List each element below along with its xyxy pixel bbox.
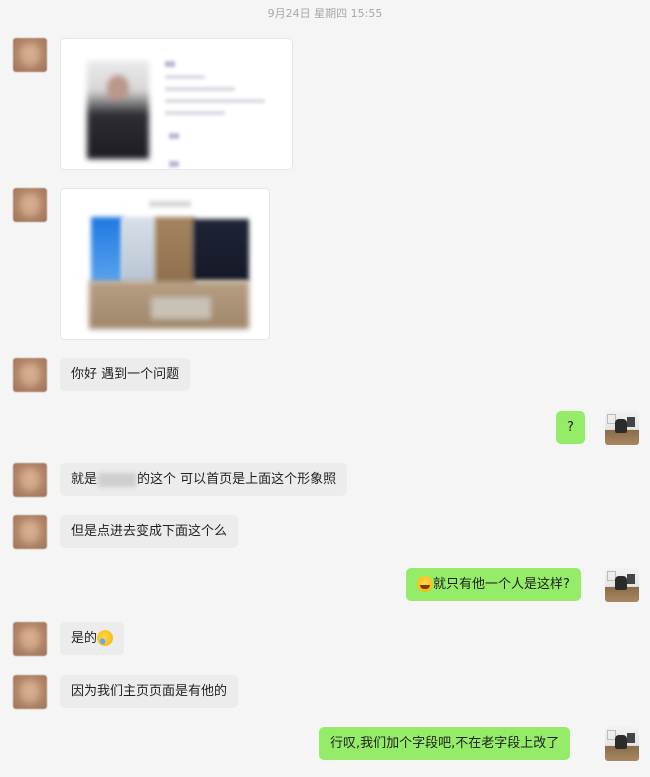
contact-avatar[interactable]: [13, 515, 47, 549]
image-message-office-photo[interactable]: [60, 188, 270, 340]
laugh-emoji-icon: [417, 575, 433, 592]
chat-timestamp: 9月24日 星期四 15:55: [267, 7, 383, 20]
contact-avatar[interactable]: [13, 463, 47, 497]
incoming-message[interactable]: 因为我们主页页面是有他的: [60, 675, 239, 708]
outgoing-message[interactable]: 就只有他一个人是这样?: [406, 568, 581, 601]
user-avatar[interactable]: [605, 568, 639, 602]
message-text: 但是点进去变成下面这个么: [71, 524, 228, 539]
contact-avatar[interactable]: [13, 38, 47, 72]
message-text: 因为我们主页页面是有他的: [71, 684, 228, 699]
contact-avatar[interactable]: [13, 188, 47, 222]
blurred-region: [193, 219, 249, 281]
crying-laugh-emoji-icon: [94, 626, 116, 649]
blurred-text-line: [165, 99, 265, 103]
chat-panel: 9月24日 星期四 15:55 你好 遇到一个问题 ? 就是 的这个 可以首页是…: [0, 0, 650, 777]
outgoing-message[interactable]: ?: [556, 411, 585, 444]
message-text: 的这个 可以首页是上面这个形象照: [137, 472, 337, 487]
blurred-region: [155, 217, 195, 287]
redacted-text: [98, 472, 137, 487]
incoming-message[interactable]: 就是 的这个 可以首页是上面这个形象照: [60, 463, 348, 496]
message-text: 你好 遇到一个问题: [71, 367, 180, 382]
message-text: ?: [567, 420, 574, 435]
incoming-message[interactable]: 你好 遇到一个问题: [60, 358, 191, 391]
blurred-text-line: [165, 111, 225, 115]
incoming-message[interactable]: 是的: [60, 622, 125, 655]
message-text: 就只有他一个人是这样?: [433, 577, 570, 592]
message-text: 是的: [71, 631, 98, 646]
blurred-region: [121, 217, 157, 283]
contact-avatar[interactable]: [13, 622, 47, 656]
blurred-mark: [169, 133, 179, 139]
blurred-text-line: [165, 75, 205, 79]
blurred-region: [151, 297, 211, 319]
message-text: 行叹,我们加个字段吧,不在老字段上改了: [330, 736, 560, 751]
user-avatar[interactable]: [605, 727, 639, 761]
incoming-message[interactable]: 但是点进去变成下面这个么: [60, 515, 239, 548]
blurred-region: [91, 217, 123, 283]
outgoing-message[interactable]: 行叹,我们加个字段吧,不在老字段上改了: [319, 727, 571, 760]
image-message-profile-card[interactable]: [60, 38, 293, 170]
blurred-portrait: [87, 61, 149, 159]
blurred-mark: [169, 161, 179, 167]
message-text: 就是: [71, 472, 98, 487]
contact-avatar[interactable]: [13, 358, 47, 392]
blurred-text-line: [165, 87, 235, 91]
blurred-mark: [165, 61, 175, 67]
user-avatar[interactable]: [605, 411, 639, 445]
blurred-title: [149, 201, 191, 207]
contact-avatar[interactable]: [13, 675, 47, 709]
